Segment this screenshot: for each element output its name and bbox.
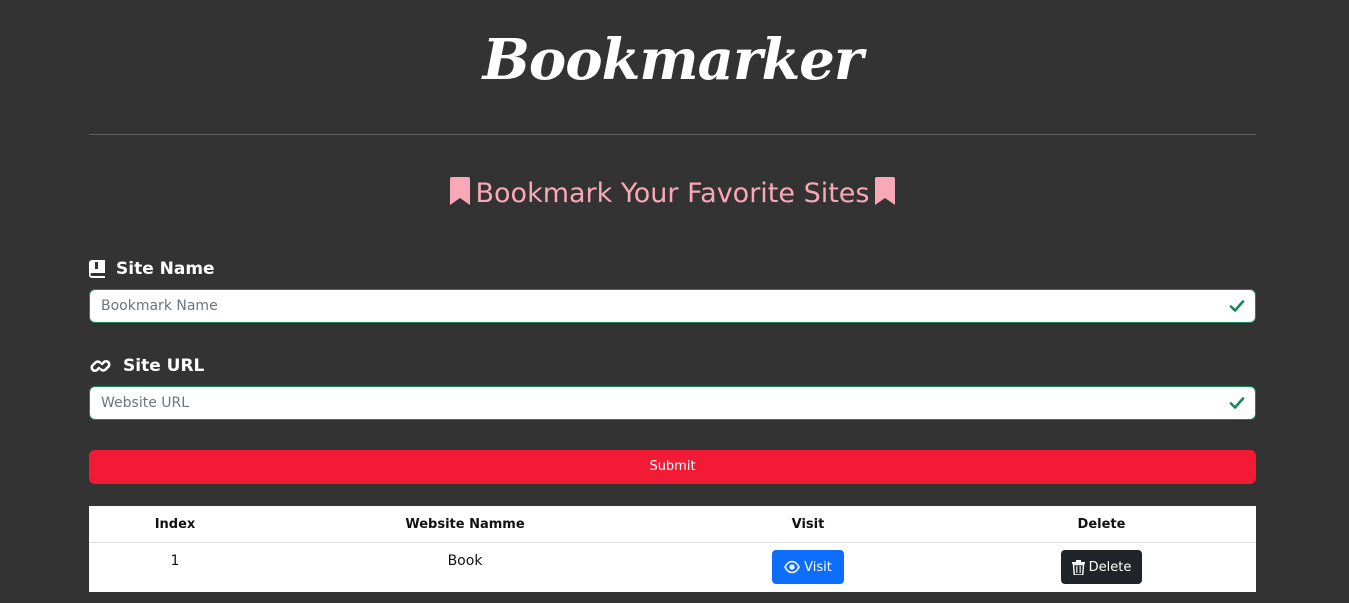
delete-button[interactable]: Delete [1060, 550, 1143, 584]
site-url-input[interactable] [90, 387, 1255, 419]
bookmark-icon [449, 177, 470, 215]
column-header-visit: Visit [669, 506, 947, 543]
table-header-row: Index Website Namme Visit Delete [89, 506, 1256, 543]
site-name-input[interactable] [90, 290, 1255, 322]
site-name-label: Site Name [89, 258, 215, 280]
subtitle-text: Bookmark Your Favorite Sites [475, 178, 870, 209]
header-divider [89, 134, 1256, 135]
column-header-index: Index [89, 506, 261, 543]
app-logo: Bookmarker [482, 27, 864, 93]
visit-button[interactable]: Visit [772, 550, 844, 584]
link-icon [89, 357, 113, 375]
book-icon [89, 260, 106, 278]
check-icon [1229, 298, 1245, 318]
site-name-field[interactable] [89, 289, 1256, 323]
page-subtitle: Bookmark Your Favorite Sites [89, 176, 1256, 215]
table-row: 1 Book Visit Delete [89, 543, 1256, 602]
check-icon [1229, 395, 1245, 415]
submit-button[interactable]: Submit [89, 450, 1256, 484]
eye-icon [784, 560, 801, 574]
column-header-website-name: Website Namme [261, 506, 669, 543]
row-website-name: Book [447, 553, 483, 569]
site-url-field[interactable] [89, 386, 1256, 420]
trash-icon [1071, 559, 1085, 575]
site-url-label: Site URL [89, 355, 204, 377]
bookmarks-table: Index Website Namme Visit Delete 1 Book [89, 506, 1256, 592]
row-index: 1 [170, 553, 180, 569]
column-header-delete: Delete [947, 506, 1256, 543]
bookmark-icon [875, 177, 896, 215]
